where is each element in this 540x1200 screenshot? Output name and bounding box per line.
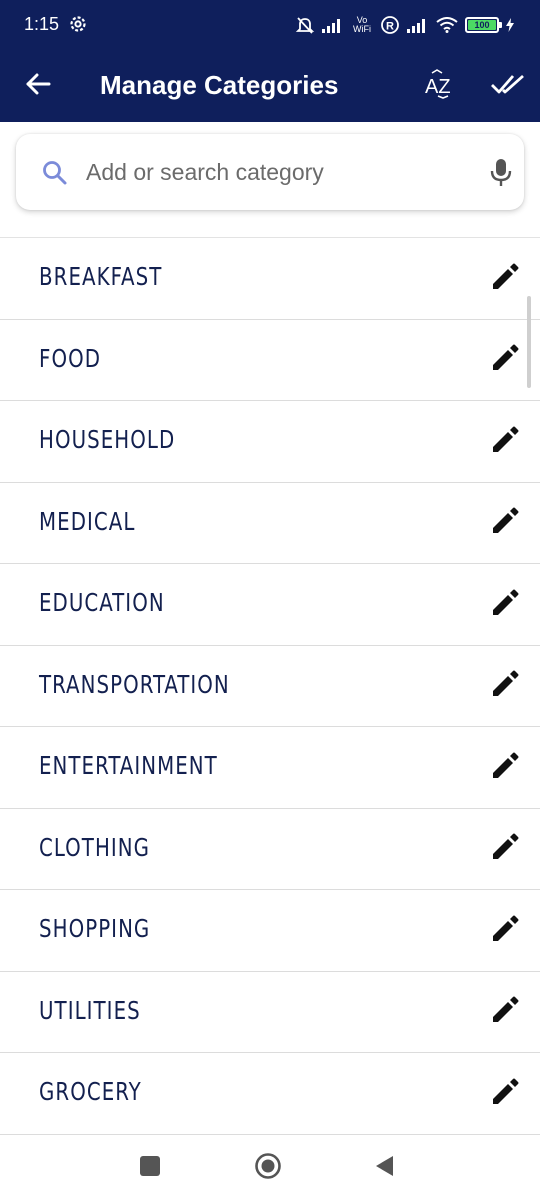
category-label: EDUCATION — [39, 588, 165, 617]
edit-category-button[interactable] — [488, 996, 522, 1030]
mic-icon[interactable] — [488, 158, 514, 193]
pencil-icon — [490, 669, 520, 704]
category-label: SHOPPING — [39, 914, 151, 943]
wifi-icon — [436, 17, 458, 33]
settings-gear-icon — [68, 14, 88, 34]
battery-icon: 100 — [465, 17, 502, 33]
edit-category-button[interactable] — [488, 425, 522, 459]
search-section — [0, 122, 540, 238]
category-item[interactable]: ENTERTAINMENT — [0, 727, 540, 809]
pencil-icon — [490, 588, 520, 623]
app-header: 1:15 Vo WiFi R 100 Manage Categories AZ — [0, 0, 540, 122]
edit-category-button[interactable] — [488, 914, 522, 948]
edit-category-button[interactable] — [488, 507, 522, 541]
vowifi-indicator: Vo WiFi — [353, 15, 371, 34]
back-nav-button[interactable] — [366, 1150, 402, 1186]
pencil-icon — [490, 914, 520, 949]
category-item[interactable]: FOOD — [0, 320, 540, 401]
triangle-back-icon — [373, 1154, 395, 1183]
square-icon — [139, 1155, 161, 1182]
signal-2-icon — [407, 17, 429, 33]
pencil-icon — [490, 1077, 520, 1112]
pencil-icon — [490, 832, 520, 867]
pencil-icon — [490, 262, 520, 297]
search-input[interactable] — [86, 154, 456, 190]
done-all-button[interactable] — [486, 66, 530, 106]
pencil-icon — [490, 343, 520, 378]
charging-icon — [506, 18, 514, 32]
page-title: Manage Categories — [100, 70, 339, 100]
sort-az-button[interactable]: AZ — [420, 66, 460, 106]
back-button[interactable] — [20, 68, 56, 104]
edit-category-button[interactable] — [488, 670, 522, 704]
category-item[interactable]: EDUCATION — [0, 564, 540, 646]
category-item[interactable]: GROCERY — [0, 1053, 540, 1135]
toolbar: Manage Categories AZ — [0, 50, 540, 122]
search-box[interactable] — [16, 134, 524, 210]
category-label: MEDICAL — [39, 506, 136, 536]
arrow-left-icon — [25, 73, 51, 100]
category-item[interactable]: UTILITIES — [0, 972, 540, 1053]
search-icon — [42, 160, 68, 191]
status-icons: Vo WiFi R 100 — [295, 12, 514, 38]
battery-level: 100 — [468, 20, 496, 30]
category-list: BREAKFAST FOOD HOUSEHOLD MEDICAL EDUCATI… — [0, 238, 540, 1135]
pencil-icon — [490, 995, 520, 1030]
pencil-icon — [490, 751, 520, 786]
category-item[interactable]: TRANSPORTATION — [0, 646, 540, 727]
pencil-icon — [490, 425, 520, 460]
home-button[interactable] — [250, 1150, 286, 1186]
sort-az-icon: AZ — [424, 68, 456, 104]
category-label: CLOTHING — [39, 832, 151, 862]
recents-button[interactable] — [132, 1150, 168, 1186]
edit-category-button[interactable] — [488, 262, 522, 296]
system-nav-bar — [0, 1136, 540, 1200]
status-bar: 1:15 Vo WiFi R 100 — [0, 0, 540, 50]
registered-icon: R — [380, 15, 400, 35]
bell-muted-icon — [295, 15, 315, 35]
category-item[interactable]: SHOPPING — [0, 890, 540, 972]
svg-text:R: R — [386, 21, 394, 33]
sort-az-label: AZ — [425, 76, 451, 98]
edit-category-button[interactable] — [488, 1077, 522, 1111]
edit-category-button[interactable] — [488, 588, 522, 622]
edit-category-button[interactable] — [488, 833, 522, 867]
category-label: BREAKFAST — [39, 262, 163, 291]
category-label: GROCERY — [39, 1077, 142, 1106]
category-label: HOUSEHOLD — [39, 425, 176, 454]
category-item[interactable]: MEDICAL — [0, 483, 540, 564]
category-label: UTILITIES — [39, 995, 141, 1025]
category-item[interactable]: HOUSEHOLD — [0, 401, 540, 483]
edit-category-button[interactable] — [488, 344, 522, 378]
status-time: 1:15 — [24, 14, 60, 34]
circle-icon — [254, 1152, 282, 1185]
scrollbar[interactable] — [527, 296, 531, 388]
category-label: ENTERTAINMENT — [39, 751, 218, 780]
category-item[interactable]: BREAKFAST — [0, 238, 540, 320]
category-label: FOOD — [39, 343, 102, 373]
signal-icon — [322, 17, 344, 33]
double-check-icon — [491, 73, 525, 100]
category-label: TRANSPORTATION — [39, 669, 230, 699]
category-item[interactable]: CLOTHING — [0, 809, 540, 890]
pencil-icon — [490, 506, 520, 541]
edit-category-button[interactable] — [488, 751, 522, 785]
